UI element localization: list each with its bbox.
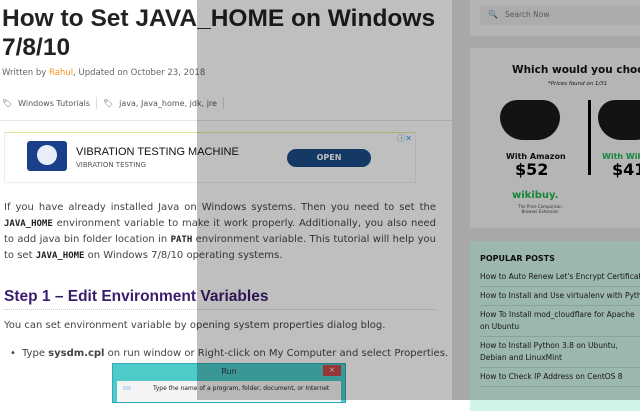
category-link[interactable]: Windows Tutorials (18, 99, 90, 108)
run-title: Run (221, 367, 237, 376)
ad-info-close-icon[interactable]: ⓘ✕ (397, 133, 412, 144)
sidebar-ad[interactable]: Which would you choose *Prices found on … (470, 48, 640, 228)
search-widget: 🔍 Search Now (470, 0, 640, 36)
brand-tagline: The Price Comparison Browser Extension (518, 204, 562, 214)
article-area: How to Set JAVA_HOME on Windows 7/8/10 W… (0, 0, 452, 403)
controller-image (500, 100, 560, 140)
ad-image (27, 141, 67, 171)
popular-post-link[interactable]: How to Install and Use virtualenv with P… (480, 287, 640, 306)
popular-posts: POPULAR POSTS How to Auto Renew Let's En… (470, 241, 640, 411)
text: on run window or Right-click on My Compu… (104, 348, 449, 359)
close-icon: × (323, 365, 341, 376)
tags-links[interactable]: java, Java_home, jdk, jre (119, 99, 217, 108)
ad-open-button[interactable]: OPEN (287, 149, 371, 167)
right-price: $41 (612, 160, 640, 179)
step-heading: Step 1 – Edit Environment Variables (4, 288, 269, 305)
popular-post-link[interactable]: How To Install mod_cloudflare for Apache… (480, 306, 640, 337)
run-icon (123, 386, 131, 390)
list-item: Type sysdm.cpl on run window or Right-cl… (10, 348, 449, 359)
intro-paragraph: If you have already installed Java on Wi… (4, 200, 436, 264)
command: sysdm.cpl (48, 348, 105, 359)
tag-icon: 🏷 (103, 98, 114, 108)
divider (222, 97, 224, 109)
ad-heading: Which would you choose (512, 64, 640, 76)
divider (4, 309, 436, 310)
run-text: Type the name of a program, folder, docu… (153, 385, 330, 392)
search-icon: 🔍 (488, 10, 498, 19)
code-term: PATH (170, 235, 193, 245)
ad-banner[interactable]: VIBRATION TESTING MACHINE VIBRATION TEST… (4, 132, 416, 183)
search-input[interactable]: 🔍 Search Now (480, 5, 640, 25)
tag-icon: 🏷 (2, 98, 13, 108)
left-price: $52 (515, 160, 549, 179)
run-dialog-screenshot: Run × Type the name of a program, folder… (112, 363, 346, 403)
text: on Windows 7/8/10 operating systems. (84, 250, 283, 261)
divider (96, 97, 97, 109)
post-meta: Written by Rahul, Updated on October 23,… (2, 68, 205, 78)
ad-subtitle: VIBRATION TESTING (76, 161, 146, 169)
divider (588, 100, 591, 175)
post-taxonomy: 🏷 Windows Tutorials 🏷 java, Java_home, jdk… (2, 97, 224, 109)
code-term: JAVA_HOME (35, 251, 85, 261)
code-term: JAVA_HOME (4, 219, 53, 229)
text: If you have already installed Java on Wi… (4, 202, 436, 213)
ad-note: *Prices found on 1/31 (548, 81, 608, 87)
popular-post-link[interactable]: How to Check IP Address on CentOS 8 (480, 368, 640, 387)
popular-post-link[interactable]: How to Auto Renew Let's Encrypt Certific… (480, 268, 640, 287)
paragraph: You can set environment variable by open… (4, 320, 386, 331)
meta-date: , Updated on October 23, 2018 (73, 68, 206, 78)
sidebar: 🔍 Search Now Which would you choose *Pric… (452, 0, 640, 411)
search-placeholder: Search Now (505, 10, 550, 19)
page-title: How to Set JAVA_HOME on Windows 7/8/10 (2, 5, 436, 61)
popular-heading: POPULAR POSTS (480, 254, 555, 263)
divider (0, 120, 452, 121)
controller-image (598, 100, 640, 140)
meta-prefix: Written by (2, 68, 49, 78)
wikibuy-logo: wikibuy. (512, 190, 559, 201)
run-body: Type the name of a program, folder, docu… (117, 381, 341, 402)
author-link[interactable]: Rahul (49, 68, 73, 78)
text: Type (22, 348, 49, 359)
ad-title: VIBRATION TESTING MACHINE (76, 146, 239, 158)
popular-post-link[interactable]: How to Install Python 3.8 on Ubuntu, Deb… (480, 337, 640, 368)
